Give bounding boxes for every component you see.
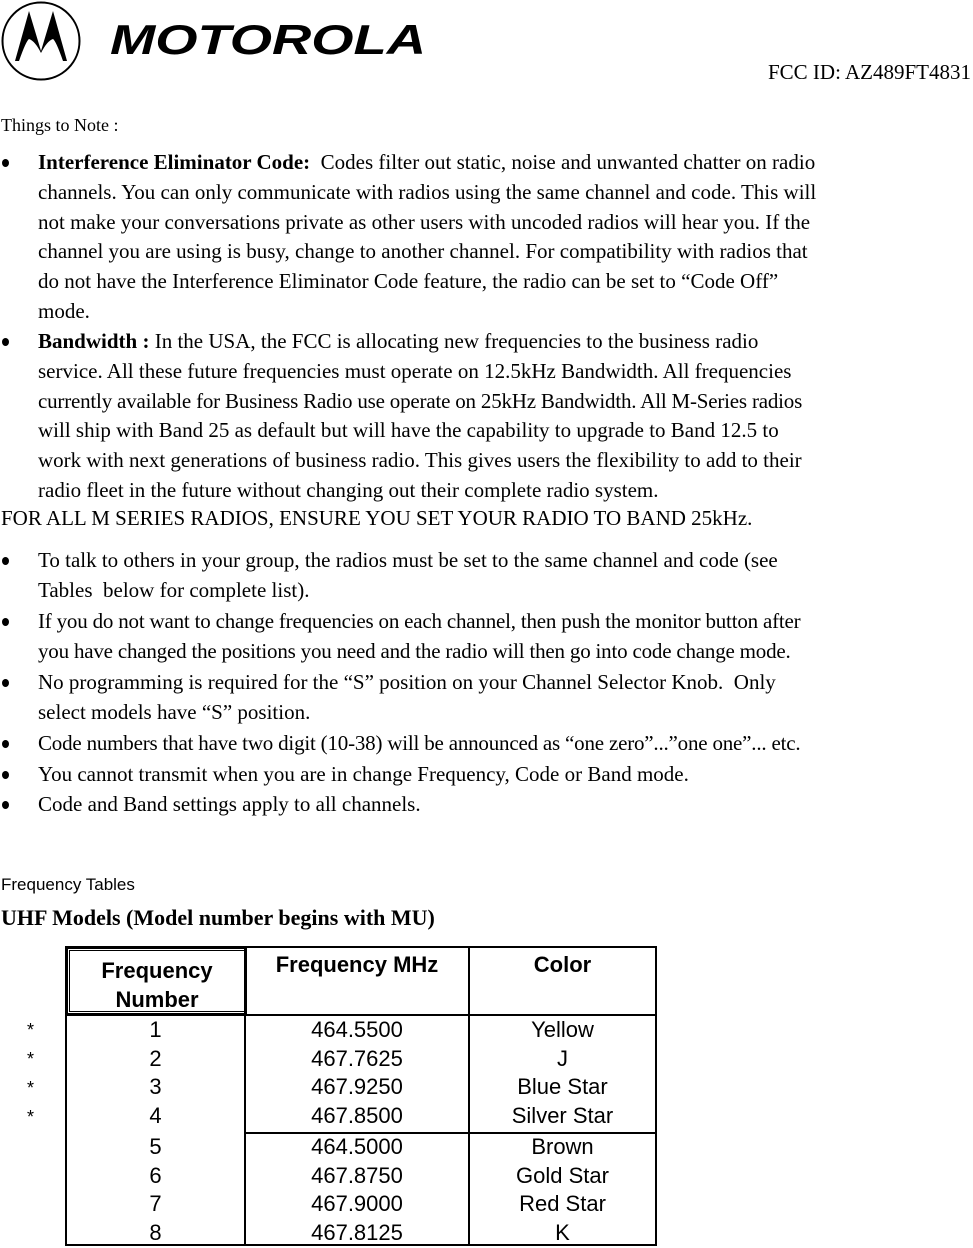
- fcc-id: FCC ID: AZ489FT4831: [767, 60, 971, 84]
- bullet-line: select models have “S” position.: [38, 699, 311, 724]
- bullet-line: currently available for Business Radio u…: [38, 388, 803, 413]
- bullet-line: do not have the Interference Eliminator …: [38, 269, 779, 294]
- bullet-talk-to-group: To talk to others in your group, the rad…: [1, 546, 973, 606]
- row-marker: *: [27, 1049, 35, 1069]
- header-frequency-number: Frequency Number: [67, 948, 247, 1014]
- frequency-tables-label: Frequency Tables: [1, 875, 135, 894]
- bullet-line: If you do not want to change frequencies…: [38, 609, 801, 633]
- table-cell-color: Brown: [531, 1134, 594, 1159]
- band-notice: FOR ALL M SERIES RADIOS, ENSURE YOU SET …: [1, 506, 753, 530]
- uhf-models-title: UHF Models (Model number begins with MU): [1, 905, 435, 930]
- table-cell-number: 6: [149, 1162, 162, 1188]
- bullet-line: you have changed the positions you need …: [38, 638, 791, 663]
- header-line: Frequency: [101, 958, 213, 983]
- motorola-logo-icon: [1, 1, 81, 81]
- bullet-line: In the USA, the FCC is allocating new fr…: [149, 329, 759, 353]
- bullet-monitor-button: If you do not want to change frequencies…: [1, 607, 973, 667]
- table-cell-number: 5: [149, 1134, 162, 1159]
- table-cell-color: K: [555, 1219, 570, 1245]
- table-cell-mhz: 464.5500: [311, 1017, 403, 1042]
- bullet-s-position: No programming is required for the “S” p…: [1, 668, 973, 728]
- bullet-line: channels. You can only communicate with …: [38, 179, 817, 204]
- col-mhz: 464.5500 467.7625 467.9250 467.8500 464.…: [246, 1016, 468, 1247]
- bullet-line: Tables below for complete list).: [38, 577, 310, 602]
- bullet-line: To talk to others in your group, the rad…: [38, 548, 778, 572]
- bullet-line: channel you are using is busy, change to…: [38, 239, 808, 264]
- bullet-interference-eliminator: Interference Eliminator Code: Codes filt…: [1, 148, 973, 327]
- bullet-line: not make your conversations private as o…: [38, 209, 811, 234]
- header-frequency-mhz: Frequency MHz: [275, 952, 439, 977]
- bullet-line: You cannot transmit when you are in chan…: [38, 762, 689, 786]
- bullet-settings-apply: Code and Band settings apply to all chan…: [1, 790, 973, 820]
- table-cell-number: 4: [149, 1102, 162, 1128]
- bullet-term: Bandwidth :: [38, 329, 150, 353]
- things-to-note-heading: Things to Note :: [1, 115, 119, 135]
- bullet-line: work with next generations of business r…: [38, 448, 802, 473]
- header-line: Number: [115, 987, 199, 1012]
- table-cell-number: 7: [149, 1191, 162, 1216]
- bullet-code-numbers: Code numbers that have two digit (10-38)…: [1, 729, 973, 759]
- table-cell-number: 2: [149, 1045, 162, 1071]
- col-color: Yellow J Blue Star Silver Star Brown Gol…: [470, 1016, 655, 1247]
- bullet-line: Code and Band settings apply to all chan…: [38, 792, 421, 816]
- bullet-line: service. All these future frequencies mu…: [38, 358, 792, 383]
- bullet-bandwidth: Bandwidth : In the USA, the FCC is alloc…: [1, 327, 973, 506]
- uhf-frequency-table: Frequency Number Frequency MHz Color 1 2…: [65, 946, 657, 1246]
- table-cell-mhz: 467.8125: [311, 1219, 403, 1245]
- bullet-line: will ship with Band 25 as default but wi…: [38, 418, 779, 443]
- table-cell-color: Blue Star: [517, 1074, 608, 1099]
- table-cell-mhz: 464.5000: [311, 1134, 403, 1159]
- table-cell-number: 3: [149, 1074, 162, 1099]
- row-markers: * * * *: [27, 1016, 34, 1132]
- table-cell-number: 8: [149, 1219, 162, 1245]
- row-marker: *: [27, 1107, 35, 1127]
- bullet-term: Interference Eliminator Code:: [38, 150, 311, 174]
- table-cell-mhz: 467.9000: [311, 1191, 403, 1216]
- table-cell-color: J: [557, 1045, 568, 1071]
- bullet-line: No programming is required for the “S” p…: [38, 670, 776, 694]
- header-color: Color: [533, 952, 592, 977]
- col-number: 1 2 3 4 5 6 7 8: [67, 1016, 244, 1247]
- table-cell-number: 1: [149, 1017, 162, 1042]
- table-cell-color: Gold Star: [516, 1162, 609, 1188]
- row-marker: *: [27, 1020, 35, 1040]
- table-cell-color: Silver Star: [511, 1102, 614, 1128]
- bullet-line: Code numbers that have two digit (10-38)…: [38, 731, 801, 755]
- table-cell-mhz: 467.9250: [311, 1074, 403, 1099]
- bullet-line: mode.: [38, 298, 90, 323]
- table-cell-mhz: 467.7625: [311, 1045, 403, 1071]
- brand-name: MOTOROLA: [110, 22, 426, 58]
- row-marker: *: [27, 1078, 35, 1098]
- motorola-wordmark: MOTOROLA: [110, 22, 426, 58]
- table-cell-mhz: 467.8750: [311, 1162, 403, 1188]
- bullet-line: Codes filter out static, noise and unwan…: [310, 150, 816, 174]
- table-cell-color: Red Star: [519, 1191, 606, 1216]
- bullet-cannot-transmit: You cannot transmit when you are in chan…: [1, 760, 973, 790]
- bullet-line: radio fleet in the future without changi…: [38, 477, 659, 502]
- table-cell-mhz: 467.8500: [311, 1102, 403, 1128]
- table-cell-color: Yellow: [531, 1017, 594, 1042]
